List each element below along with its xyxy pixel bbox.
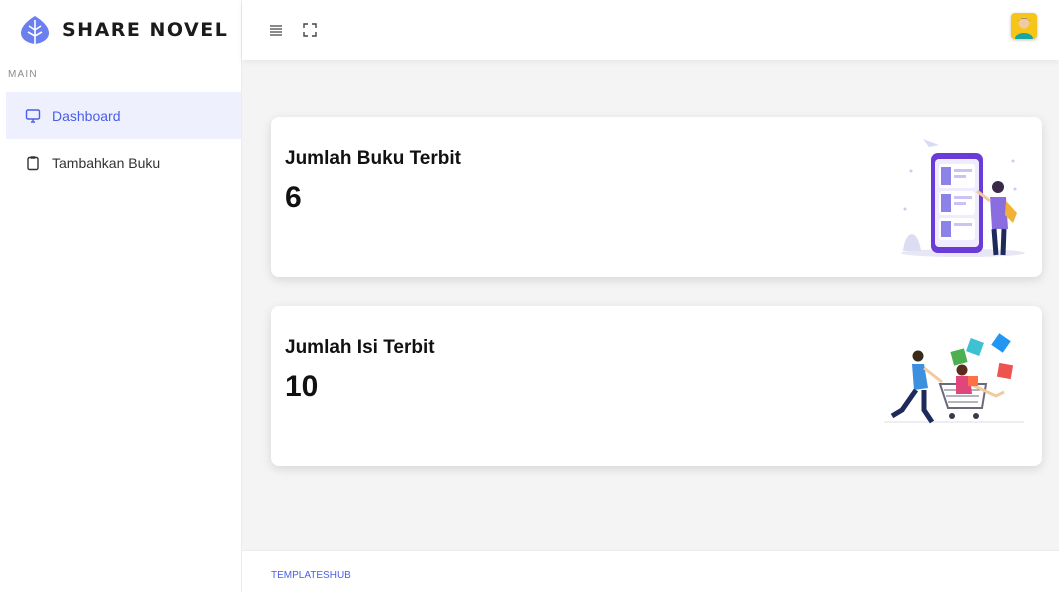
footer: TEMPLATESHUB <box>242 550 1059 592</box>
hamburger-menu-icon[interactable] <box>265 19 287 41</box>
leaf-logo-icon <box>21 16 49 44</box>
sidebar-item-tambahkan-buku[interactable]: Tambahkan Buku <box>0 139 241 186</box>
fullscreen-icon[interactable] <box>299 19 321 41</box>
stat-card-title: Jumlah Isi Terbit <box>285 337 435 358</box>
topbar <box>242 0 1059 60</box>
sidebar-item-label: Dashboard <box>52 107 121 124</box>
stat-card-value: 10 <box>285 370 319 403</box>
footer-credit-link[interactable]: TEMPLATESHUB <box>271 570 351 581</box>
monitor-icon <box>25 108 41 124</box>
sidebar-item-label: Tambahkan Buku <box>52 154 161 171</box>
nav-section-label: MAIN <box>8 69 38 80</box>
brand[interactable]: SHARE NOVEL <box>0 0 241 60</box>
user-avatar-icon[interactable] <box>1011 13 1037 39</box>
sidebar: SHARE NOVEL MAIN Dashboard Tambahkan Buk… <box>0 0 242 592</box>
stat-card-title: Jumlah Buku Terbit <box>285 148 461 169</box>
stat-card-buku: Jumlah Buku Terbit 6 <box>271 117 1042 277</box>
phone-books-illustration <box>901 139 1025 257</box>
sidebar-item-dashboard[interactable]: Dashboard <box>6 92 241 139</box>
stat-card-value: 6 <box>285 181 302 214</box>
stat-card-isi: Jumlah Isi Terbit 10 <box>271 306 1042 466</box>
shopping-cart-illustration <box>884 333 1024 424</box>
clipboard-icon <box>25 155 41 171</box>
brand-name: SHARE NOVEL <box>62 19 229 41</box>
